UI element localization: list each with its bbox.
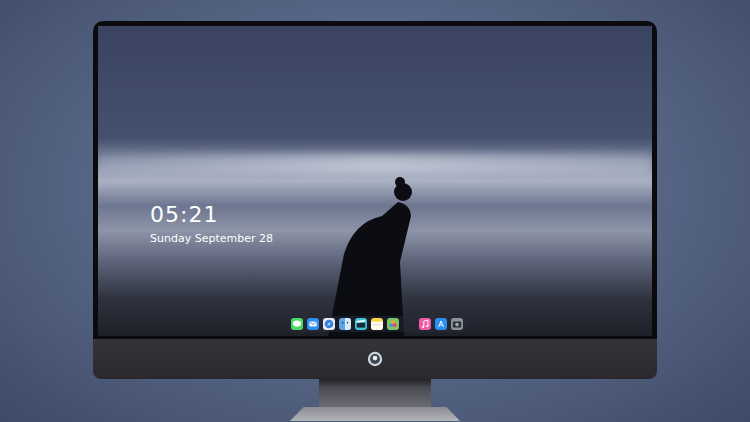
finder-icon[interactable] (339, 318, 351, 330)
lock-screen[interactable]: 05:21 Sunday September 28 (98, 26, 652, 336)
mail-icon[interactable] (307, 318, 319, 330)
lock-overlay: 05:21 Sunday September 28 (98, 26, 652, 336)
date-text: Sunday September 28 (150, 232, 652, 246)
brand-logo-icon (366, 350, 384, 368)
monitor: 05:21 Sunday September 28 (93, 21, 657, 422)
clock: 05:21 Sunday September 28 (150, 202, 652, 246)
store-icon[interactable] (435, 318, 447, 330)
notes-icon[interactable] (371, 318, 383, 330)
music-icon[interactable] (419, 318, 431, 330)
wallpaper-photo (98, 26, 652, 336)
camera-icon[interactable] (451, 318, 463, 330)
time-text: 05:21 (150, 202, 652, 228)
mockup-background: 05:21 Sunday September 28 (0, 0, 750, 422)
monitor-base (290, 407, 460, 421)
wave-foam (98, 154, 652, 174)
messages-icon[interactable] (291, 318, 303, 330)
screen-bezel: 05:21 Sunday September 28 (93, 21, 657, 339)
video-icon[interactable] (355, 318, 367, 330)
monitor-chin (93, 339, 657, 379)
person-silhouette (98, 26, 652, 336)
dock-separator (403, 319, 415, 330)
dock (287, 316, 467, 332)
dock-area (98, 316, 652, 336)
monitor-stand (319, 379, 431, 407)
safari-icon[interactable] (323, 318, 335, 330)
photos-icon[interactable] (387, 318, 399, 330)
